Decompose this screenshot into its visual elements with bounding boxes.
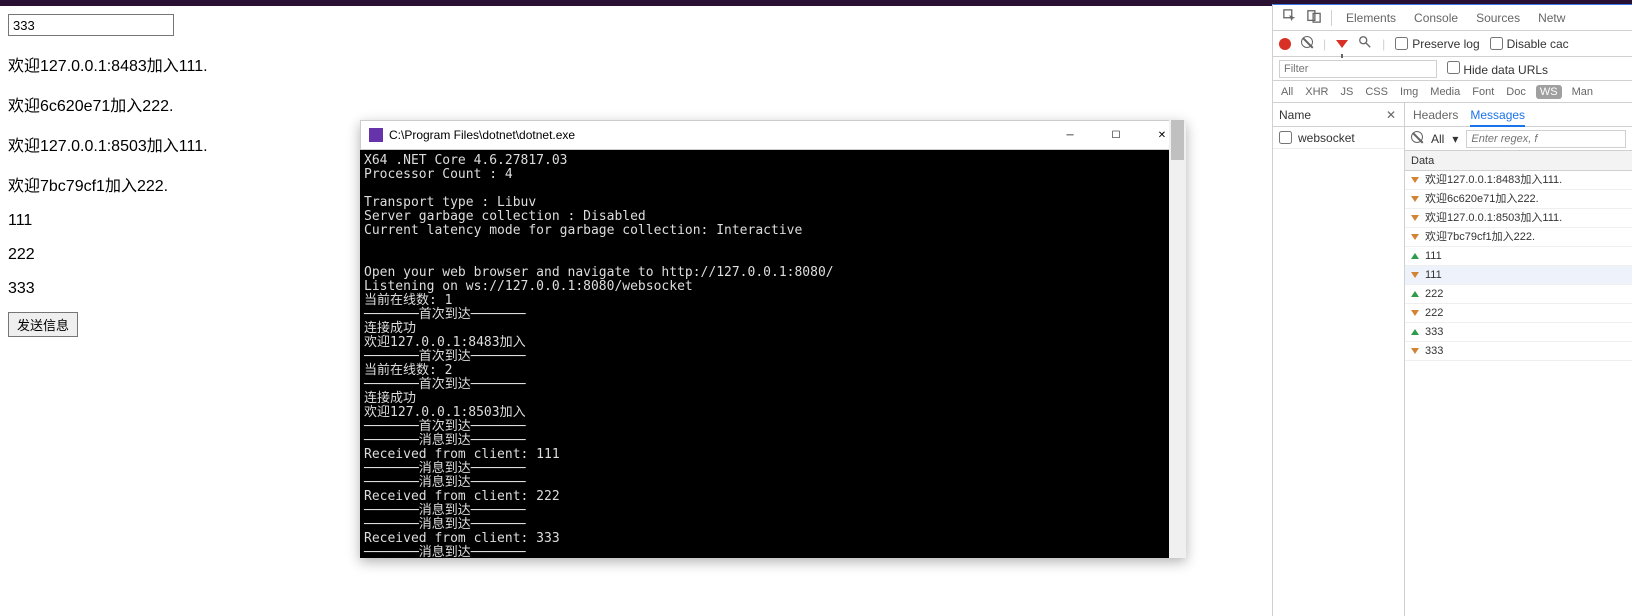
type-filter-all[interactable]: All xyxy=(1279,86,1295,98)
ws-message-text: 欢迎7bc79cf1加入222. xyxy=(1425,228,1535,247)
clear-icon[interactable] xyxy=(1301,36,1313,51)
subtab-headers[interactable]: Headers xyxy=(1413,103,1458,127)
incoming-arrow-icon xyxy=(1411,234,1419,240)
incoming-arrow-icon xyxy=(1411,177,1419,183)
ws-message-text: 222 xyxy=(1425,304,1443,323)
close-sidebar-icon[interactable]: ✕ xyxy=(1382,108,1400,122)
minimize-button[interactable]: ─ xyxy=(1047,121,1093,149)
request-name-label: websocket xyxy=(1298,131,1355,145)
console-scrollbar[interactable] xyxy=(1169,120,1186,558)
ws-message-text: 欢迎127.0.0.1:8483加入111. xyxy=(1425,171,1562,190)
type-filter-js[interactable]: JS xyxy=(1338,86,1355,98)
ws-message-text: 333 xyxy=(1425,342,1443,361)
type-filter-media[interactable]: Media xyxy=(1428,86,1462,98)
columns-header: Name ✕ Headers Messages xyxy=(1273,103,1632,127)
messages-pane: All ▾ Data 欢迎127.0.0.1:8483加入111.欢迎6c620… xyxy=(1405,127,1632,616)
type-filter-font[interactable]: Font xyxy=(1470,86,1496,98)
ws-message-text: 111 xyxy=(1425,247,1442,266)
devtools-panel: Elements Console Sources Netw | | Preser… xyxy=(1272,4,1632,616)
hide-data-urls-checkbox[interactable]: Hide data URLs xyxy=(1447,61,1548,77)
tab-sources[interactable]: Sources xyxy=(1468,5,1528,31)
send-button[interactable]: 发送信息 xyxy=(8,312,78,337)
outgoing-arrow-icon xyxy=(1411,291,1419,297)
incoming-arrow-icon xyxy=(1411,272,1419,278)
ws-message-row[interactable]: 欢迎127.0.0.1:8503加入111. xyxy=(1405,209,1632,228)
dropdown-icon[interactable]: ▾ xyxy=(1452,132,1458,146)
ws-message-row[interactable]: 333 xyxy=(1405,323,1632,342)
ws-message-text: 欢迎127.0.0.1:8503加入111. xyxy=(1425,209,1562,228)
messages-all-label[interactable]: All xyxy=(1431,132,1444,146)
console-title: C:\Program Files\dotnet\dotnet.exe xyxy=(389,128,575,142)
ws-message-row[interactable]: 222 xyxy=(1405,304,1632,323)
type-filter-doc[interactable]: Doc xyxy=(1504,86,1528,98)
type-filter-css[interactable]: CSS xyxy=(1363,86,1390,98)
ws-message-row[interactable]: 111 xyxy=(1405,247,1632,266)
ws-message-row[interactable]: 欢迎127.0.0.1:8483加入111. xyxy=(1405,171,1632,190)
request-row-websocket[interactable]: websocket xyxy=(1273,127,1404,149)
preserve-log-checkbox[interactable]: Preserve log xyxy=(1395,37,1479,51)
filter-toggle-icon[interactable] xyxy=(1336,37,1348,51)
maximize-button[interactable]: ☐ xyxy=(1093,121,1139,149)
type-filter-xhr[interactable]: XHR xyxy=(1303,86,1330,98)
network-toolbar: | | Preserve log Disable cac xyxy=(1273,31,1632,57)
ws-message-row[interactable]: 欢迎6c620e71加入222. xyxy=(1405,190,1632,209)
tab-network[interactable]: Netw xyxy=(1530,5,1573,31)
incoming-arrow-icon xyxy=(1411,310,1419,316)
console-window: C:\Program Files\dotnet\dotnet.exe ─ ☐ ✕… xyxy=(360,120,1186,558)
name-column-header[interactable]: Name xyxy=(1279,108,1311,122)
network-filter-input[interactable] xyxy=(1279,60,1437,78)
ws-message-row[interactable]: 111 xyxy=(1405,266,1632,285)
console-app-icon xyxy=(369,128,383,142)
ws-message-row[interactable]: 333 xyxy=(1405,342,1632,361)
ws-message-text: 欢迎6c620e71加入222. xyxy=(1425,190,1539,209)
outgoing-arrow-icon xyxy=(1411,253,1419,259)
message-input[interactable] xyxy=(8,14,174,36)
incoming-arrow-icon xyxy=(1411,196,1419,202)
inspect-icon[interactable] xyxy=(1279,9,1301,26)
request-checkbox[interactable] xyxy=(1279,131,1292,144)
console-titlebar[interactable]: C:\Program Files\dotnet\dotnet.exe ─ ☐ ✕ xyxy=(360,120,1186,150)
type-filter-row: All XHR JS CSS Img Media Font Doc WS Man xyxy=(1273,81,1632,103)
ws-message-row[interactable]: 222 xyxy=(1405,285,1632,304)
search-icon[interactable] xyxy=(1358,35,1372,52)
data-column-header[interactable]: Data xyxy=(1405,151,1632,171)
incoming-arrow-icon xyxy=(1411,348,1419,354)
devtools-body: websocket All ▾ Data 欢迎127.0.0.1:8483加入1… xyxy=(1273,127,1632,616)
request-list: websocket xyxy=(1273,127,1405,616)
console-output[interactable]: X64 .NET Core 4.6.27817.03 Processor Cou… xyxy=(360,150,1186,558)
ws-message-row[interactable]: 欢迎7bc79cf1加入222. xyxy=(1405,228,1632,247)
tab-console[interactable]: Console xyxy=(1406,5,1466,31)
ws-message-text: 111 xyxy=(1425,266,1442,285)
disable-cache-checkbox[interactable]: Disable cac xyxy=(1490,37,1569,51)
messages-regex-input[interactable] xyxy=(1466,130,1626,148)
ws-message-text: 333 xyxy=(1425,323,1443,342)
subtab-messages[interactable]: Messages xyxy=(1470,103,1525,127)
incoming-arrow-icon xyxy=(1411,215,1419,221)
type-filter-ws[interactable]: WS xyxy=(1536,85,1562,99)
ws-message-text: 222 xyxy=(1425,285,1443,304)
outgoing-arrow-icon xyxy=(1411,329,1419,335)
tab-elements[interactable]: Elements xyxy=(1338,5,1404,31)
type-filter-img[interactable]: Img xyxy=(1398,86,1420,98)
clear-messages-icon[interactable] xyxy=(1411,131,1423,146)
record-icon[interactable] xyxy=(1279,38,1291,50)
network-filter-row: Hide data URLs xyxy=(1273,57,1632,81)
type-filter-man[interactable]: Man xyxy=(1570,86,1595,98)
device-toggle-icon[interactable] xyxy=(1303,9,1325,26)
devtools-tabbar: Elements Console Sources Netw xyxy=(1273,5,1632,31)
